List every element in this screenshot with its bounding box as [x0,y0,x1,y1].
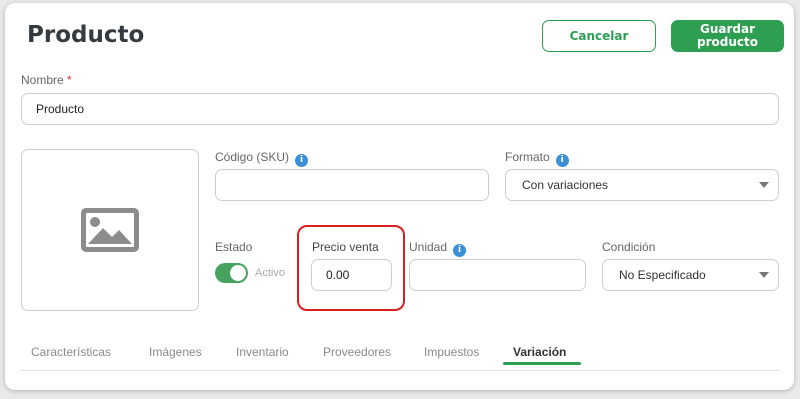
product-tabs: Características Imágenes Inventario Prov… [20,341,780,371]
condicion-selected: No Especificado [619,268,706,282]
toggle-knob [230,265,246,281]
info-icon[interactable]: i [295,154,309,167]
precio-venta-input[interactable]: 0.00 [311,259,392,291]
tab-imagenes[interactable]: Imágenes [149,345,202,359]
chevron-down-icon [759,272,769,278]
estado-toggle-text: Activo [255,267,285,279]
condicion-select[interactable]: No Especificado [602,259,779,291]
estado-label: Estado [215,240,253,254]
formato-selected: Con variaciones [522,178,609,192]
tab-caracteristicas[interactable]: Características [31,345,111,359]
chevron-down-icon [759,182,769,188]
nombre-input[interactable]: Producto [21,93,779,125]
nombre-label: Nombre * [21,73,72,87]
sku-input[interactable] [215,169,489,201]
page-title: Producto [27,22,145,48]
info-icon[interactable]: i [555,154,569,167]
nombre-label-text: Nombre [21,73,64,87]
save-product-button[interactable]: Guardar producto [671,20,784,52]
condicion-label: Condición [602,240,656,254]
precio-venta-label: Precio venta [312,240,379,254]
product-image-dropzone[interactable] [21,149,199,311]
formato-label-text: Formato [505,150,550,164]
tab-impuestos[interactable]: Impuestos [424,345,479,359]
info-icon[interactable]: i [453,244,467,257]
sku-label: Código (SKU) i [215,150,309,167]
active-tab-indicator [503,362,581,365]
tab-variacion[interactable]: Variación [513,345,566,359]
tab-inventario[interactable]: Inventario [236,345,289,359]
formato-select[interactable]: Con variaciones [505,169,779,201]
estado-toggle[interactable] [215,263,248,283]
sku-label-text: Código (SKU) [215,150,290,164]
unidad-label: Unidad i [409,240,467,257]
unidad-input[interactable] [409,259,586,291]
unidad-label-text: Unidad [409,240,448,254]
formato-label: Formato i [505,150,569,167]
tab-proveedores[interactable]: Proveedores [323,345,391,359]
required-mark: * [67,73,72,87]
image-placeholder-icon [81,208,139,252]
cancel-button[interactable]: Cancelar [542,20,656,52]
